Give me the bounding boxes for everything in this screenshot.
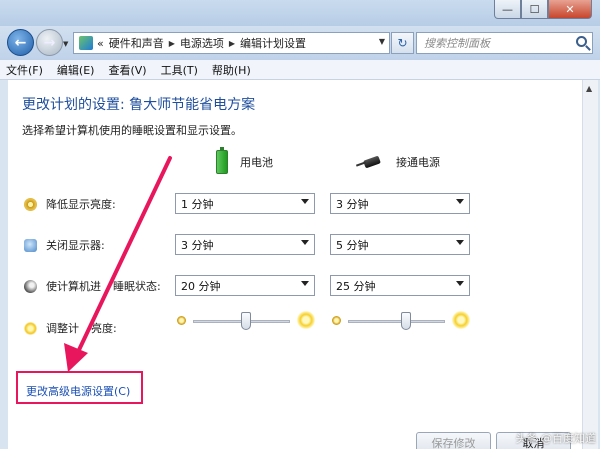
advanced-power-settings-link[interactable]: 更改高级电源设置(C)	[26, 383, 130, 399]
high-brightness-icon	[297, 311, 315, 329]
minimize-button[interactable]: —	[494, 0, 521, 19]
chevron-right-icon[interactable]: ▶	[169, 39, 175, 48]
search-icon[interactable]	[576, 36, 587, 47]
menu-tools[interactable]: 工具(T)	[161, 62, 198, 78]
display-off-plugged-value: 5 分钟	[336, 238, 369, 252]
close-icon: ✕	[565, 2, 575, 16]
low-brightness-icon	[332, 316, 341, 325]
dim-display-plugged-select[interactable]: 3 分钟	[330, 193, 470, 214]
breadcrumb-edit-plan[interactable]: 编辑计划设置	[240, 35, 306, 51]
display-off-plugged-select[interactable]: 5 分钟	[330, 234, 470, 255]
dropdown-arrow-icon	[301, 199, 309, 204]
dim-display-plugged-value: 3 分钟	[336, 197, 369, 211]
back-arrow-icon: ←	[14, 34, 27, 51]
brightness-label-start: 调整计	[46, 322, 79, 335]
breadcrumb-hardware-sound[interactable]: 硬件和声音	[109, 35, 164, 51]
battery-icon	[216, 147, 228, 174]
page-title: 更改计划的设置: 鲁大师节能省电方案	[22, 97, 256, 113]
main-content: 更改计划的设置: 鲁大师节能省电方案 选择希望计算机使用的睡眠设置和显示设置。 …	[8, 80, 582, 449]
brightness-battery-slider[interactable]	[175, 310, 315, 332]
brightness-sun-icon	[24, 321, 37, 335]
refresh-button[interactable]: ↻	[391, 32, 414, 54]
brightness-label-end: 亮度:	[91, 322, 117, 335]
sleep-plugged-value: 25 分钟	[336, 279, 376, 293]
save-changes-label: 保存修改	[431, 437, 476, 449]
dim-display-row-label: 降低显示亮度:	[24, 196, 116, 212]
control-panel-icon	[79, 36, 93, 50]
watermark: 头条 @百度知道	[515, 432, 597, 445]
maximize-icon: ☐	[529, 2, 540, 16]
forward-arrow-icon: →	[43, 34, 56, 51]
window-controls: — ☐ ✕	[494, 0, 592, 19]
save-changes-button[interactable]: 保存修改	[416, 432, 491, 449]
refresh-icon: ↻	[397, 36, 408, 50]
recent-pages-dropdown-icon[interactable]: ▼	[63, 40, 68, 48]
dropdown-arrow-icon	[456, 240, 464, 245]
menu-bar: 文件(F) 编辑(E) 查看(V) 工具(T) 帮助(H)	[0, 60, 600, 80]
brightness-plugged-thumb[interactable]	[401, 312, 412, 330]
page-subtitle: 选择希望计算机使用的睡眠设置和显示设置。	[22, 124, 242, 137]
chevron-right-icon[interactable]: ▶	[229, 39, 235, 48]
search-input[interactable]	[424, 36, 574, 50]
dim-display-battery-value: 1 分钟	[181, 197, 214, 211]
menu-view[interactable]: 查看(V)	[108, 62, 146, 78]
sleep-label-end: 睡眠状态:	[113, 280, 161, 293]
menu-help[interactable]: 帮助(H)	[212, 62, 251, 78]
back-button[interactable]: ←	[7, 29, 34, 56]
dropdown-arrow-icon	[301, 281, 309, 286]
address-dropdown-icon[interactable]: ▼	[379, 37, 385, 46]
breadcrumb-overflow[interactable]: «	[97, 37, 104, 50]
vertical-scrollbar[interactable]: ▲	[582, 80, 598, 449]
display-off-label: 关闭显示器:	[46, 239, 105, 252]
forward-button[interactable]: →	[36, 29, 63, 56]
sleep-battery-select[interactable]: 20 分钟	[175, 275, 315, 296]
plugged-column-label: 接通电源	[396, 156, 440, 169]
sleep-row-label: 使计算机进 睡眠状态:	[24, 278, 161, 294]
brightness-row-label: 调整计 亮度:	[24, 320, 117, 336]
maximize-button[interactable]: ☐	[521, 0, 548, 19]
close-button[interactable]: ✕	[548, 0, 592, 19]
display-off-battery-value: 3 分钟	[181, 238, 214, 252]
title-bar: — ☐ ✕	[0, 0, 600, 26]
battery-column-header: 用电池	[216, 147, 273, 174]
sleep-label-start: 使计算机进	[46, 280, 101, 293]
sleep-battery-value: 20 分钟	[181, 279, 221, 293]
low-brightness-icon	[177, 316, 186, 325]
high-brightness-icon	[452, 311, 470, 329]
menu-edit[interactable]: 编辑(E)	[57, 62, 95, 78]
menu-file[interactable]: 文件(F)	[6, 62, 43, 78]
brightness-plugged-slider[interactable]	[330, 310, 470, 332]
scroll-up-arrow-icon[interactable]: ▲	[586, 84, 592, 93]
sleep-moon-icon	[24, 279, 37, 293]
monitor-icon	[24, 238, 37, 252]
navigation-bar: ← → ▼ « 硬件和声音 ▶ 电源选项 ▶ 编辑计划设置 ▼ ↻	[0, 26, 600, 60]
plugged-column-header: 接通电源	[356, 154, 440, 170]
dropdown-arrow-icon	[456, 281, 464, 286]
dropdown-arrow-icon	[301, 240, 309, 245]
power-plug-icon	[356, 155, 382, 169]
display-off-row-label: 关闭显示器:	[24, 237, 105, 253]
minimize-icon: —	[502, 2, 513, 16]
dim-display-label: 降低显示亮度:	[46, 198, 116, 211]
search-box[interactable]	[416, 32, 593, 54]
slider-track[interactable]	[348, 320, 445, 323]
sleep-plugged-select[interactable]: 25 分钟	[330, 275, 470, 296]
brightness-battery-thumb[interactable]	[241, 312, 252, 330]
breadcrumb-power-options[interactable]: 电源选项	[180, 35, 224, 51]
address-bar[interactable]: « 硬件和声音 ▶ 电源选项 ▶ 编辑计划设置 ▼	[73, 32, 390, 54]
dim-brightness-icon	[24, 197, 37, 211]
dim-display-battery-select[interactable]: 1 分钟	[175, 193, 315, 214]
dropdown-arrow-icon	[456, 199, 464, 204]
advanced-settings-highlight-box: 更改高级电源设置(C)	[16, 371, 143, 404]
display-off-battery-select[interactable]: 3 分钟	[175, 234, 315, 255]
battery-column-label: 用电池	[240, 156, 273, 169]
